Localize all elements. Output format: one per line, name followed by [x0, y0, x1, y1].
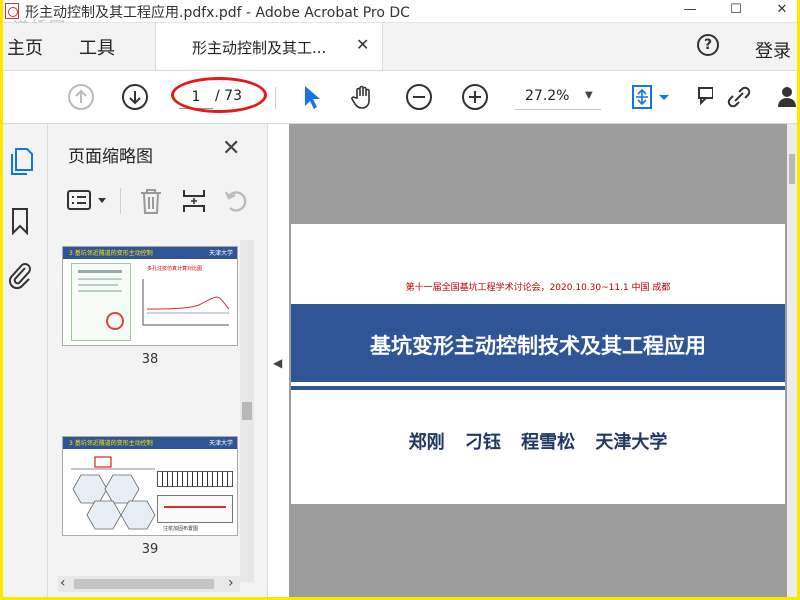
scrollbar-thumb[interactable]	[242, 402, 252, 420]
conference-line: 第十一届全国基坑工程学术讨论会，2020.10.30~11.1 中国 成都	[405, 283, 671, 293]
maximize-button[interactable]: ☐	[721, 0, 751, 22]
document-title: 基坑变形主动控制技术及其工程应用	[370, 334, 706, 358]
bookmark-icon[interactable]	[9, 206, 31, 236]
title-bar: 形主动控制及其工程应用.pdfx.pdf - Adobe Acrobat Pro…	[3, 0, 797, 37]
login-link[interactable]: 登录	[755, 37, 791, 63]
title-band: 基坑变形主动控制技术及其工程应用	[291, 304, 785, 382]
delete-page-icon[interactable]	[138, 186, 164, 216]
toolbar-divider	[120, 188, 121, 214]
tab-tools[interactable]: 工具	[79, 34, 115, 60]
thumbnail-list: 3 基坑邻近隧道的变形主动控制 天津大学 多孔注浆仿真计算对比图 38 3 基坑…	[58, 240, 238, 582]
close-tab-icon[interactable]: ✕	[356, 35, 369, 54]
slide-title: 3 基坑邻近隧道的变形主动控制	[69, 440, 153, 447]
grouting-layout-diagram	[71, 456, 156, 530]
rotate-page-icon[interactable]	[222, 186, 250, 216]
tab-home[interactable]: 主页	[7, 34, 43, 60]
slide-title: 3 基坑邻近隧道的变形主动控制	[69, 250, 153, 257]
scroll-left-icon[interactable]: ‹	[60, 575, 66, 591]
toolbar-divider	[275, 87, 276, 109]
help-icon[interactable]: ?	[697, 34, 719, 56]
select-pointer-icon[interactable]	[297, 83, 325, 111]
page-thumbnails-panel: 页面缩略图 ✕ 3 基坑邻近隧道的变形主动控制 天津大学 多孔注浆仿真计算对比图…	[48, 124, 268, 597]
page-number-38: 38	[141, 352, 159, 367]
tab-bar: 主页 工具 形主动控制及其工... ✕ ? 登录	[3, 23, 797, 71]
collapse-panel-icon[interactable]: ◀	[273, 356, 282, 370]
title-underline	[291, 386, 785, 390]
minimize-button[interactable]: —	[675, 0, 705, 22]
fit-page-dropdown-icon[interactable]	[657, 83, 671, 111]
insert-page-icon[interactable]	[180, 186, 208, 216]
acrobat-window: 形主动控制及其工程应用.pdfx.pdf - Adobe Acrobat Pro…	[3, 0, 797, 597]
next-page-icon[interactable]	[121, 83, 149, 111]
pdf-page: 第十一届全国基坑工程学术讨论会，2020.10.30~11.1 中国 成都 基坑…	[291, 224, 785, 504]
scroll-right-icon[interactable]: ›	[228, 575, 234, 591]
tab-document[interactable]: 形主动控制及其工... ✕	[155, 23, 383, 70]
document-tab-label: 形主动控制及其工...	[192, 39, 327, 57]
window-title: 形主动控制及其工程应用.pdfx.pdf - Adobe Acrobat Pro…	[25, 5, 410, 21]
thumbnail-options-icon[interactable]	[66, 186, 112, 216]
thumbnail-vertical-scrollbar[interactable]	[240, 240, 254, 582]
certificate-image	[71, 263, 131, 341]
university-logo: 天津大学	[208, 250, 233, 257]
chevron-down-icon: ▼	[585, 90, 593, 101]
slide-caption: 注浆加固布置图	[163, 526, 199, 532]
zoom-select[interactable]: 27.2% ▼	[515, 85, 601, 110]
author-name: 刁钰	[464, 432, 501, 453]
fit-page-icon[interactable]	[629, 83, 657, 111]
slide-caption: 多孔注浆仿真计算对比图	[147, 266, 203, 272]
zoom-value: 27.2%	[525, 88, 570, 104]
share-link-icon[interactable]	[725, 83, 753, 111]
zoom-out-icon[interactable]	[405, 83, 433, 111]
panel-title: 页面缩略图	[68, 147, 153, 167]
university-logo: 天津大学	[208, 440, 233, 447]
scrollbar-thumb[interactable]	[789, 154, 795, 184]
settlement-curve-chart	[142, 279, 230, 326]
document-view[interactable]: 第十一届全国基坑工程学术讨论会，2020.10.30~11.1 中国 成都 基坑…	[289, 124, 787, 597]
zoom-in-icon[interactable]	[461, 83, 489, 111]
hand-icon[interactable]	[349, 83, 377, 111]
main-toolbar: / 73 27.2% ▼	[3, 71, 797, 124]
page-thumbnail-38[interactable]: 3 基坑邻近隧道的变形主动控制 天津大学 多孔注浆仿真计算对比图	[62, 246, 238, 346]
author-name: 郑刚	[408, 432, 445, 453]
comment-icon[interactable]	[697, 83, 713, 111]
red-annotation-ellipse	[171, 77, 267, 113]
scrollbar-thumb[interactable]	[74, 579, 214, 589]
add-user-icon[interactable]	[775, 83, 797, 111]
document-vertical-scrollbar[interactable]	[787, 124, 797, 597]
section-drawing-top	[157, 471, 233, 487]
section-drawing-bottom	[157, 495, 233, 523]
attachment-icon[interactable]	[7, 260, 33, 290]
close-window-button[interactable]: ✕	[767, 0, 797, 22]
author-line: 郑刚 刁钰 程雪松 天津大学	[291, 428, 785, 454]
page-thumbnail-39[interactable]: 3 基坑邻近隧道的变形主动控制 天津大学 注浆加固布置图	[62, 436, 238, 536]
left-navigation-rail	[3, 124, 48, 597]
close-panel-icon[interactable]: ✕	[222, 136, 240, 161]
affiliation: 天津大学	[595, 432, 668, 453]
thumbnail-horizontal-scrollbar[interactable]: ‹ ›	[58, 575, 240, 592]
author-name: 程雪松	[521, 432, 576, 453]
page-number-39: 39	[141, 542, 159, 557]
pages-icon[interactable]	[7, 146, 35, 176]
prev-page-icon[interactable]	[67, 83, 95, 111]
